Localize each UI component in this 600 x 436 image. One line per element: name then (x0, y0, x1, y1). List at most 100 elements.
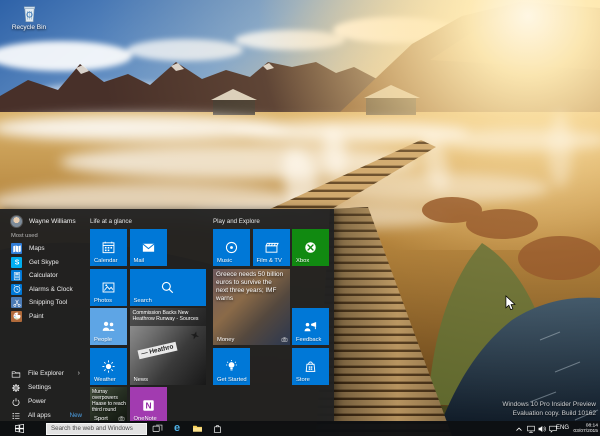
edge-icon: e (173, 422, 181, 434)
network-icon (527, 425, 535, 433)
tile-sport[interactable]: Murray overpowers Haase to reach third r… (90, 387, 127, 421)
tile-xbox[interactable]: Xbox (292, 229, 329, 266)
calculator-icon (12, 271, 22, 281)
user-name: Wayne Williams (29, 218, 76, 225)
desktop: { "desktop": { "recycle_bin": { "label":… (0, 0, 600, 436)
start-menu: Wayne Williams Most used Maps S Get Skype C… (0, 209, 334, 421)
tile-money[interactable]: Greece needs 50 billion euros to survive… (213, 268, 290, 345)
start-button[interactable] (0, 421, 38, 436)
tile-label: Feedback (296, 337, 322, 343)
avatar (10, 215, 23, 228)
file-explorer-button[interactable] (188, 421, 206, 436)
footer-item-power[interactable]: Power (0, 395, 88, 409)
all-apps-icon (11, 411, 21, 421)
speaker-icon (538, 425, 546, 432)
footer-item-file-explorer[interactable]: File Explorer › (0, 367, 88, 381)
tile-label: Calendar (94, 258, 118, 264)
tile-film-tv[interactable]: Film & TV (252, 229, 290, 266)
tile-onenote[interactable]: N OneNote (129, 387, 167, 421)
start-item-calculator[interactable]: Calculator (0, 269, 88, 283)
footer-item-label: File Explorer (28, 370, 64, 378)
tray-clock[interactable]: 08:14 03/07/2015 (573, 423, 598, 434)
start-item-label: Calculator (29, 272, 58, 280)
skype-icon-bg: S (11, 256, 22, 268)
mouse-cursor (505, 295, 516, 311)
start-item-label: Snipping Tool (29, 299, 68, 307)
tile-people[interactable]: People (90, 308, 127, 345)
tile-group-title-life-at-a-glance: Life at a glance (90, 218, 132, 225)
tile-mail[interactable]: Mail (129, 229, 167, 266)
edge-button[interactable]: e (168, 421, 186, 436)
footer-item-settings[interactable]: Settings (0, 381, 88, 395)
tray-chevron-up[interactable] (514, 424, 524, 434)
paint-icon (12, 311, 22, 321)
camera-icon (281, 336, 288, 343)
start-item-maps[interactable]: Maps (0, 242, 88, 256)
start-item-snipping-tool[interactable]: Snipping Tool (0, 296, 88, 310)
tile-store[interactable]: Store (292, 347, 329, 385)
recycle-bin-label: Recycle Bin (11, 24, 47, 31)
start-item-label: Maps (29, 245, 45, 253)
language-indicator[interactable]: ENG (556, 425, 569, 431)
task-view-icon (152, 424, 162, 432)
windows-logo-icon (14, 424, 24, 433)
tile-label: Store (296, 376, 310, 383)
footer-item-label: Power (28, 398, 47, 406)
footer-item-all-apps[interactable]: All apps New (0, 409, 88, 421)
tile-feedback[interactable]: Feedback (292, 308, 329, 345)
tile-label: Film & TV (256, 258, 282, 264)
watermark-line2: Evaluation copy. Build 10162 (512, 409, 596, 417)
store-bag-icon (213, 425, 221, 433)
alarms-icon-bg (11, 283, 22, 295)
start-item-label: Paint (29, 312, 44, 320)
tile-search[interactable]: Search (129, 268, 206, 306)
tile-weather[interactable]: Weather (90, 347, 127, 385)
calculator-icon-bg (11, 270, 22, 282)
tile-label: Search (133, 297, 152, 304)
tile-photos[interactable]: Photos (90, 268, 127, 306)
chevron-right-icon: › (77, 370, 80, 378)
user-account[interactable]: Wayne Williams (10, 215, 76, 228)
start-item-label: Alarms & Clock (29, 285, 73, 293)
tile-calendar[interactable]: Calendar (90, 229, 127, 266)
snipping-icon (12, 298, 22, 308)
road-sign-text: — Heathro (136, 341, 177, 360)
clock-date: 03/07/2015 (573, 428, 598, 434)
tray-network[interactable] (526, 424, 536, 434)
skype-icon: S (12, 257, 22, 267)
footer-item-label: Settings (28, 384, 52, 392)
tile-label: People (94, 337, 113, 343)
tile-news[interactable]: — Heathro Commission Backs New Heathrow R… (129, 308, 206, 385)
settings-icon (11, 383, 21, 393)
paint-icon-bg (11, 310, 22, 322)
recycle-bin-icon (21, 4, 38, 23)
taskbar: Search the web and Windows e ENG 08:14 0… (0, 421, 600, 436)
file-explorer-icon (11, 369, 21, 379)
tray-volume[interactable] (537, 424, 547, 434)
tile-group-title-play-and-explore: Play and Explore (213, 218, 260, 225)
tile-music[interactable]: Music (213, 229, 250, 266)
start-item-label: Get Skype (29, 258, 59, 266)
new-badge: New (69, 412, 82, 420)
start-item-alarms-clock[interactable]: Alarms & Clock (0, 283, 88, 297)
store-button[interactable] (208, 421, 226, 436)
chevron-up-icon (516, 427, 522, 431)
tile-get-started[interactable]: Get Started (213, 347, 250, 385)
recycle-bin[interactable]: Recycle Bin (8, 4, 50, 31)
tile-label: Photos (94, 297, 113, 304)
svg-text:N: N (145, 401, 151, 411)
build-watermark: Windows 10 Pro Insider Preview Evaluatio… (502, 401, 596, 418)
start-item-get-skype[interactable]: S Get Skype (0, 256, 88, 270)
plane-icon (190, 328, 200, 340)
snipping-icon-bg (11, 297, 22, 309)
tile-label: Weather (94, 376, 116, 383)
svg-text:S: S (14, 260, 19, 267)
most-used-header: Most used (11, 233, 38, 239)
taskbar-search-input[interactable]: Search the web and Windows (46, 422, 147, 435)
tile-label: News (133, 376, 149, 383)
start-item-paint[interactable]: Paint (0, 310, 88, 324)
task-view-button[interactable] (148, 421, 166, 436)
maps-icon (12, 244, 22, 254)
alarms-icon (12, 284, 22, 294)
tile-label: Get Started (217, 376, 247, 383)
